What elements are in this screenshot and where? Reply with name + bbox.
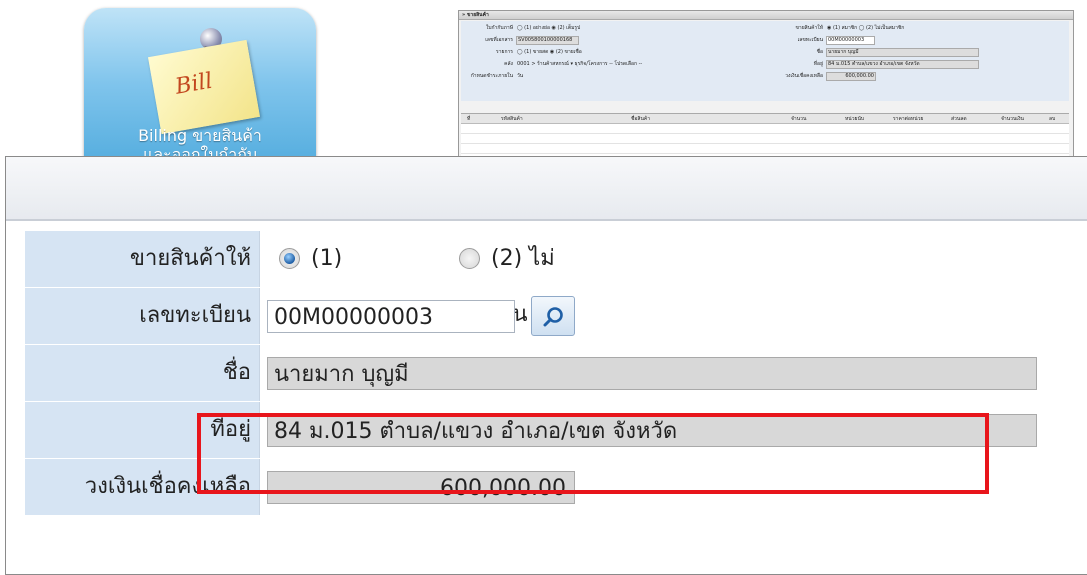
grid-col-header: ชื่อสินค้า bbox=[631, 116, 651, 122]
grid-col-header: หน่วยนับ bbox=[845, 116, 865, 122]
thumb-right-row-5: วงเงินเชื่อคงเหลือ 600,000.00 bbox=[763, 71, 1063, 81]
thumb-label: คลัง bbox=[504, 61, 513, 67]
thumb-label: ที่อยู่ bbox=[813, 61, 823, 67]
thumb-label: เลขทะเบียน bbox=[797, 37, 823, 43]
registration-input[interactable]: 00M00000003 bbox=[267, 300, 515, 333]
thumb-value: 600,000.00 bbox=[826, 72, 876, 81]
thumb-label: ขายสินค้าให้ bbox=[795, 25, 823, 31]
thumb-label: วงเงินเชื่อคงเหลือ bbox=[785, 73, 823, 79]
grid-col-header: ส่วนลด bbox=[951, 116, 967, 122]
thumb-value: 00M00000003 bbox=[826, 36, 875, 45]
thumb-value: ◯ (1) อย่างย่อ ◉ (2) เต็มรูป bbox=[517, 25, 581, 31]
thumb-value: ◯ (1) ขายสด ◉ (2) ขายเชื่อ bbox=[517, 49, 582, 55]
panel-header-band bbox=[6, 157, 1087, 221]
search-icon bbox=[543, 307, 563, 327]
thumb-value: SV005800100000168 bbox=[516, 36, 579, 45]
thumb-right-row-1: ขายสินค้าให้ ◉ (1) สมาชิก ◯ (2) ไม่เป็นส… bbox=[763, 23, 1063, 33]
thumb-right-row-3: ชื่อ นายมาก บุญมี bbox=[763, 47, 1063, 57]
name-field: นายมาก บุญมี bbox=[267, 357, 1037, 390]
thumb-label: กำหนดชำระภายใน bbox=[470, 73, 513, 79]
registration-label: เลขทะเบียน bbox=[25, 288, 260, 344]
billing-app-icon[interactable]: Bill Billing ขายสินค้า และออกใบกำกับ bbox=[84, 8, 316, 178]
thumb-value: 84 ม.015 ตำบล/แขวง อำเภอ/เขต จังหวัด bbox=[826, 60, 979, 69]
registration-search-button[interactable] bbox=[531, 296, 575, 336]
grid-col-header: ที่ bbox=[467, 116, 471, 122]
thumb-right-row-2: เลขทะเบียน 00M00000003 bbox=[763, 35, 1063, 45]
grid-col-header: ราคาต่อหน่วย bbox=[893, 116, 924, 122]
sticky-note-icon: Bill bbox=[147, 39, 261, 135]
customer-type-label: ขายสินค้าให้ bbox=[25, 231, 260, 287]
grid-line bbox=[461, 143, 1069, 144]
non-member-radio[interactable] bbox=[459, 248, 480, 269]
thumb-left-row-3: รายการ ◯ (1) ขายสด ◉ (2) ขายเชื่อ bbox=[461, 47, 761, 57]
thumbnail-grid-header: ที่ รหัสสินค้า ชื่อสินค้า จำนวน หน่วยนับ… bbox=[461, 114, 1069, 124]
thumbnail-title: » ขายสินค้า bbox=[459, 11, 1073, 20]
thumb-label: ชื่อ bbox=[816, 49, 823, 55]
thumbnail-form: ใบกำกับภาษี ◯ (1) อย่างย่อ ◉ (2) เต็มรูป… bbox=[461, 21, 1069, 101]
member-radio[interactable] bbox=[279, 248, 300, 269]
grid-col-header: ลบ bbox=[1049, 116, 1056, 122]
thumb-right-row-4: ที่อยู่ 84 ม.015 ตำบล/แขวง อำเภอ/เขต จัง… bbox=[763, 59, 1063, 69]
thumb-value: นายมาก บุญมี bbox=[826, 48, 979, 57]
name-label: ชื่อ bbox=[25, 345, 260, 401]
caption-line-1: Billing ขายสินค้า bbox=[138, 126, 262, 145]
thumb-left-row-5: กำหนดชำระภายใน วัน bbox=[461, 71, 761, 81]
thumb-label: เลขที่เอกสาร bbox=[485, 37, 513, 43]
address-highlight-box bbox=[197, 413, 989, 494]
thumb-label: รายการ bbox=[496, 49, 513, 55]
grid-line bbox=[461, 153, 1069, 154]
grid-line bbox=[461, 133, 1069, 134]
thumb-left-row-1: ใบกำกับภาษี ◯ (1) อย่างย่อ ◉ (2) เต็มรูป bbox=[461, 23, 761, 33]
thumb-value: วัน bbox=[517, 73, 524, 79]
thumb-value: ◉ (1) สมาชิก ◯ (2) ไม่เป็นสมาชิก bbox=[827, 25, 905, 31]
grid-col-header: รหัสสินค้า bbox=[501, 116, 523, 122]
sales-form-thumbnail: » ขายสินค้า ใบกำกับภาษี ◯ (1) อย่างย่อ ◉… bbox=[458, 10, 1074, 164]
grid-col-header: จำนวนเงิน bbox=[1001, 116, 1024, 122]
thumb-label: ใบกำกับภาษี bbox=[485, 25, 513, 31]
grid-col-header: จำนวน bbox=[791, 116, 807, 122]
note-text: Bill bbox=[173, 68, 215, 100]
customer-info-panel: ขายสินค้าให้ (1) สมาชิก (2) ไม่เป็นสมาชิ… bbox=[5, 156, 1087, 575]
thumb-left-row-2: เลขที่เอกสาร SV005800100000168 bbox=[461, 35, 761, 45]
thumb-value: 0001 > ร้านค้าสหกรณ์ ▾ ธุรกิจ/โครงการ --… bbox=[517, 61, 643, 67]
thumb-left-row-4: คลัง 0001 > ร้านค้าสหกรณ์ ▾ ธุรกิจ/โครงก… bbox=[461, 59, 761, 69]
